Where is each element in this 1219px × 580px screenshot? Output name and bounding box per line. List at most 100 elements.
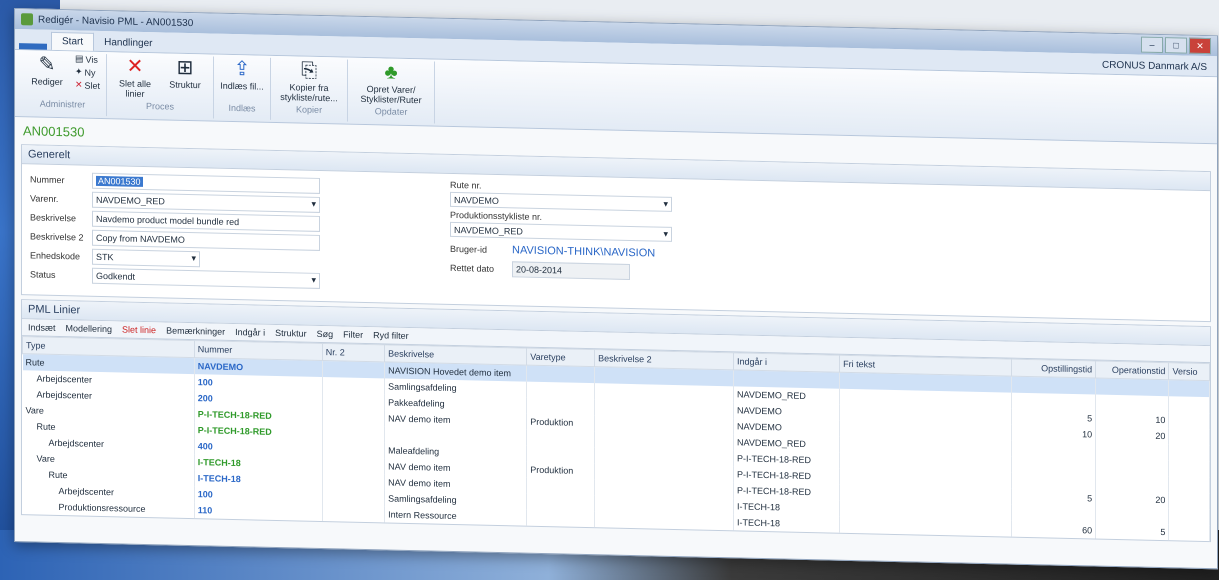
cell-run-time: 10 (1095, 410, 1169, 429)
ribbon-group-label: Kopier (296, 104, 323, 115)
col-setup-time[interactable]: Opstillingstid (1011, 359, 1096, 379)
cell-item-type (526, 429, 595, 448)
cell-description2 (594, 511, 734, 531)
cell-setup-time (1011, 456, 1096, 475)
red-x-icon: ✕ (126, 55, 144, 78)
cell-nr2 (322, 440, 385, 459)
chevron-down-icon[interactable]: ▾ (663, 199, 668, 210)
create-items-button[interactable]: ♣ Opret Varer/ Styklister/Ruter (354, 60, 428, 106)
cell-number[interactable]: 110 (194, 502, 323, 521)
cell-item-type (526, 493, 595, 512)
cell-item-type: Produktion (526, 461, 595, 480)
import-file-button[interactable]: ⇪ Indlæs fil... (220, 57, 264, 92)
cell-item-type (526, 381, 595, 400)
view-button[interactable]: ▤ Vis (75, 53, 100, 65)
description2-field[interactable]: Copy from NAVDEMO (92, 229, 320, 251)
cell-free-text (839, 516, 1012, 537)
file-tab[interactable] (19, 43, 47, 50)
number-label: Nummer (30, 173, 65, 185)
cell-version (1168, 396, 1210, 414)
col-item-type[interactable]: Varetype (526, 348, 595, 367)
modified-date-label: Rettet dato (450, 262, 495, 274)
cell-version (1168, 444, 1210, 462)
cell-nr2 (322, 360, 385, 379)
view-icon: ▤ (75, 53, 84, 64)
cell-nr2 (322, 456, 385, 475)
cell-version (1168, 428, 1210, 446)
cell-nr2 (322, 488, 385, 507)
cell-nr2 (322, 392, 385, 411)
cell-where-used: I-TECH-18 (733, 514, 840, 533)
description-field[interactable]: Navdemo product model bundle red (92, 210, 320, 232)
search-button[interactable]: Søg (317, 329, 334, 339)
delete-button[interactable]: ✕ Slet (75, 79, 100, 91)
chevron-down-icon[interactable]: ▾ (663, 229, 668, 240)
user-id-link[interactable]: NAVISION-THINK\NAVISION (512, 244, 655, 259)
copy-icon: ⎘ (301, 59, 318, 82)
pencil-icon: ✎ (38, 53, 56, 76)
description2-label: Beskrivelse 2 (30, 230, 84, 243)
window-title: Redigér - Navisio PML - AN001530 (38, 14, 194, 29)
cell-item-type: Produktion (526, 413, 595, 432)
cell-setup-time (1011, 392, 1096, 411)
number-field[interactable]: AN001530 (92, 172, 320, 194)
cell-version (1168, 476, 1210, 494)
ribbon-group-label: Proces (146, 100, 175, 112)
col-nr2[interactable]: Nr. 2 (322, 343, 385, 362)
cell-version (1168, 412, 1210, 430)
cell-nr2 (322, 504, 385, 523)
cell-version (1168, 379, 1210, 398)
status-label: Status (30, 268, 56, 280)
item-no-field[interactable]: NAVDEMO_RED ▾ (92, 191, 320, 213)
col-version[interactable]: Versio (1168, 362, 1210, 381)
filter-button[interactable]: Filter (343, 329, 363, 339)
cell-run-time: 20 (1095, 490, 1169, 509)
delete-all-lines-button[interactable]: ✕ Slet alle linier (113, 54, 157, 99)
chevron-down-icon[interactable]: ▾ (311, 275, 316, 286)
tab-start[interactable]: Start (51, 31, 95, 51)
copy-from-bom-button[interactable]: ⎘ Kopier fra stykliste/rute... (277, 58, 341, 104)
modelling-button[interactable]: Modellering (66, 323, 113, 334)
cell-setup-time (1011, 472, 1096, 491)
edit-button[interactable]: ✎ Rediger (25, 52, 69, 88)
cell-setup-time: 10 (1011, 424, 1096, 443)
cell-nr2 (322, 408, 385, 427)
cell-run-time (1095, 458, 1169, 477)
ribbon-group-label: Opdater (374, 106, 408, 117)
insert-button[interactable]: Indsæt (28, 322, 56, 333)
close-button[interactable]: ✕ (1189, 37, 1211, 55)
cell-version (1168, 524, 1210, 542)
tab-handlinger[interactable]: Handlinger (94, 34, 162, 53)
cell-version (1168, 508, 1210, 526)
chevron-down-icon[interactable]: ▾ (191, 253, 196, 264)
cell-nr2 (322, 424, 385, 443)
description-label: Beskrivelse (30, 211, 77, 223)
cell-run-time (1095, 378, 1169, 397)
cell-run-time (1095, 506, 1169, 525)
cell-item-type (526, 509, 595, 528)
comments-button[interactable]: Bemærkninger (166, 325, 225, 336)
ribbon-group-indlaes: ⇪ Indlæs fil... Indlæs (214, 56, 272, 120)
cell-item-type (526, 445, 595, 464)
chevron-down-icon[interactable]: ▾ (311, 199, 316, 210)
clear-filter-button[interactable]: Ryd filter (373, 330, 409, 341)
col-run-time[interactable]: Operationstid (1095, 361, 1169, 380)
new-button[interactable]: ✦ Ny (75, 66, 100, 78)
cell-setup-time: 60 (1011, 520, 1096, 539)
structure-button[interactable]: Struktur (275, 328, 307, 339)
cell-nr2 (322, 472, 385, 491)
maximize-button[interactable]: □ (1165, 37, 1187, 54)
unit-code-field[interactable]: STK ▾ (92, 248, 200, 267)
cell-setup-time (1011, 440, 1096, 459)
ribbon-group-label: Indlæs (228, 102, 256, 114)
cell-item-type (526, 397, 595, 416)
minimize-button[interactable]: – (1141, 36, 1163, 54)
status-field[interactable]: Godkendt ▾ (92, 267, 320, 289)
delete-line-button[interactable]: Slet linie (122, 324, 156, 335)
ribbon-group-label: Administrer (39, 98, 86, 110)
ribbon-group-administrer: ✎ Rediger ▤ Vis ✦ Ny ✕ Slet Administrer (19, 52, 108, 117)
cell-item-type (526, 477, 595, 496)
unit-code-label: Enhedskode (30, 249, 81, 261)
where-used-button[interactable]: Indgår i (235, 327, 265, 338)
structure-button[interactable]: ⊞ Struktur (163, 55, 207, 91)
